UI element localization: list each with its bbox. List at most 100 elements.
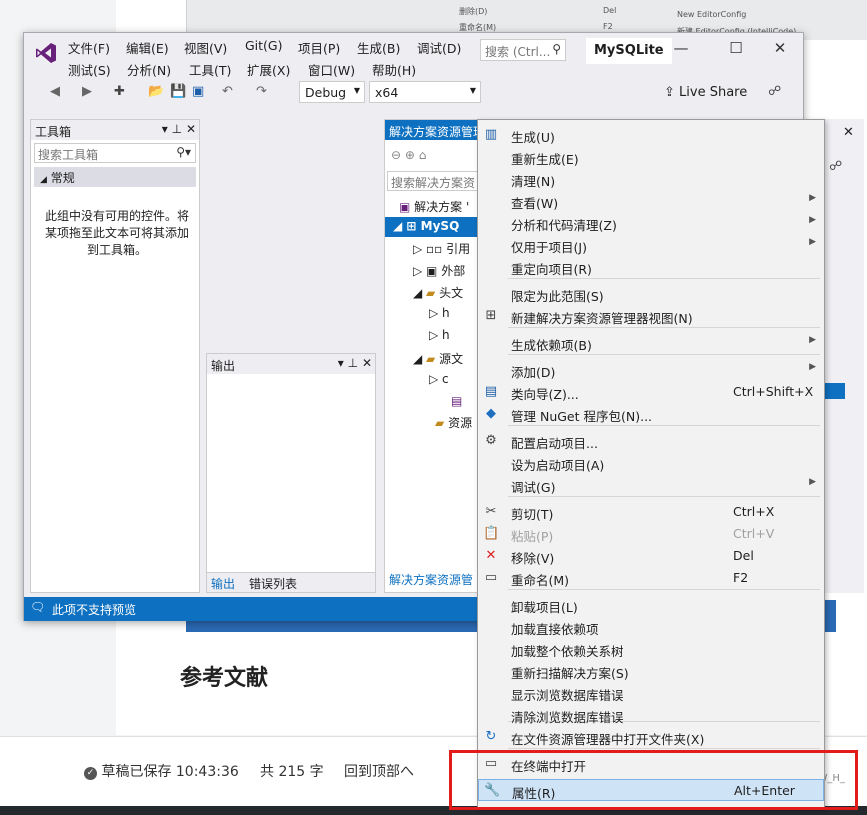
tree-references[interactable]: ▷ ▫▫ 引用 [413, 240, 470, 257]
menu-item[interactable]: ▤ 类向导(Z)... Ctrl+Shift+X [478, 381, 824, 403]
forward-icon[interactable]: ⊕ [405, 148, 415, 162]
close-icon[interactable]: ✕ [186, 122, 196, 136]
back-icon[interactable]: ⊖ [391, 148, 401, 162]
menu-item[interactable]: ◆ 管理 NuGet 程序包(N)... [478, 403, 824, 425]
menu-item[interactable]: 限定为此范围(S) [478, 283, 824, 305]
menu-test[interactable]: 测试(S) [68, 60, 111, 79]
minimize-icon[interactable]: — [666, 39, 696, 59]
configuration-value: Debug [305, 85, 347, 100]
menu-item[interactable]: 重定向项目(R) [478, 256, 824, 278]
menu-item[interactable]: 分析和代码清理(Z) ▶ [478, 212, 824, 234]
open-folder-icon: ↻ [485, 729, 497, 744]
external-icon: ▣ [426, 264, 438, 278]
new-project-icon[interactable]: ✚ [114, 84, 125, 99]
menu-item[interactable]: 加载整个依赖关系树 [478, 638, 824, 660]
tree-header-file[interactable]: ▷ h [429, 328, 450, 342]
tree-header-files[interactable]: ◢ ▰ 头文 [413, 284, 463, 301]
solution-name-badge: MySQLite [586, 38, 672, 64]
tab-solution-explorer[interactable]: 解决方案资源管 [389, 571, 473, 588]
close-icon[interactable]: ✕ [765, 39, 795, 59]
menu-view[interactable]: 视图(V) [184, 38, 227, 57]
close-icon[interactable]: ✕ [362, 356, 372, 370]
vs-search-box[interactable]: 搜索 (Ctrl... ⚲ [480, 39, 566, 61]
tab-output[interactable]: 输出 [211, 575, 235, 592]
menu-item-label: 生成依赖项(B) [511, 338, 592, 353]
tab-error-list[interactable]: 错误列表 [249, 575, 297, 592]
feedback-icon[interactable]: ☍ [768, 84, 781, 99]
maximize-icon[interactable]: ☐ [721, 39, 751, 59]
pin-icon[interactable]: ⊥ [348, 356, 358, 370]
paste-icon: 📋 [483, 526, 500, 541]
panel-menu-icon[interactable]: ▾ [338, 356, 344, 370]
menu-item[interactable]: 卸载项目(L) [478, 594, 824, 616]
live-share-button[interactable]: ⇪ Live Share [664, 85, 747, 100]
back-icon[interactable]: ◀ [50, 84, 60, 99]
tree-resource-files[interactable]: ▰ 资源 [435, 414, 472, 431]
menu-extensions[interactable]: 扩展(X) [247, 60, 290, 79]
tree-header-file[interactable]: ▷ h [429, 306, 450, 320]
forward-icon[interactable]: ▶ [82, 84, 92, 99]
toolbox-search-input[interactable]: 搜索工具箱 ⚲▾ [34, 143, 196, 163]
menu-edit[interactable]: 编辑(E) [126, 38, 169, 57]
tree-external[interactable]: ▷ ▣ 外部 [413, 262, 465, 279]
menu-file[interactable]: 文件(F) [68, 38, 110, 57]
toolbox-group-general[interactable]: ◢ 常规 [34, 167, 196, 187]
back-to-top-link[interactable]: 回到顶部へ [344, 761, 414, 781]
scissors-icon: ✂ [485, 504, 497, 519]
menu-item[interactable]: 设为启动项目(A) [478, 452, 824, 474]
menu-help[interactable]: 帮助(H) [372, 60, 416, 79]
menu-item[interactable]: 加载直接依赖项 [478, 616, 824, 638]
project-context-menu: ▥ 生成(U) 重新生成(E) 清理(N) 查看(W) ▶ 分析和代码清理(Z) ▶ 仅用于项目… [477, 119, 825, 809]
menu-git[interactable]: Git(G) [245, 38, 283, 53]
menu-item[interactable]: 显示浏览数据库错误 [478, 682, 824, 704]
menu-item-label: 加载整个依赖关系树 [511, 644, 624, 659]
tree-resource-file[interactable]: ▤ [451, 394, 462, 408]
tree-solution[interactable]: ▣ 解决方案 ' [399, 198, 469, 215]
home-icon[interactable]: ⌂ [419, 148, 427, 162]
open-folder-icon[interactable]: 📂 [148, 84, 164, 99]
solution-explorer-title: 解决方案资源管理 [389, 125, 486, 139]
tree-source-file[interactable]: ▷ c [429, 372, 449, 386]
configuration-dropdown[interactable]: Debug ▼ [299, 81, 365, 103]
menu-debug[interactable]: 调试(D) [417, 38, 461, 57]
menu-item[interactable]: ✕ 移除(V) Del [478, 545, 824, 567]
menu-item[interactable]: ⚙ 配置启动项目... [478, 430, 824, 452]
panel-menu-icon[interactable]: ▾ [162, 122, 168, 136]
menu-item[interactable]: ✂ 剪切(T) Ctrl+X [478, 501, 824, 523]
menu-item[interactable]: 清理(N) [478, 168, 824, 190]
menu-item[interactable]: ↻ 在文件资源管理器中打开文件夹(X) [478, 726, 824, 748]
menu-build[interactable]: 生成(B) [357, 38, 400, 57]
save-icon[interactable]: 💾 [170, 84, 186, 99]
tree-source-files[interactable]: ◢ ▰ 源文 [413, 350, 463, 367]
menu-item[interactable]: 清除浏览数据库错误 [478, 704, 824, 726]
menu-item[interactable]: ▭ 重命名(M) F2 [478, 567, 824, 589]
menu-item[interactable]: 查看(W) ▶ [478, 190, 824, 212]
menu-item[interactable]: 生成依赖项(B) ▶ [478, 332, 824, 354]
menu-item[interactable]: 调试(G) ▶ [478, 474, 824, 496]
menu-item[interactable]: ⊞ 新建解决方案资源管理器视图(N) [478, 305, 824, 327]
toolbox-title-bar: 工具箱 ▾ ⊥ ✕ [31, 120, 199, 140]
standard-toolbar: ◀ ▶ ✚ 📂 💾 ▣ ↶ ↷ Debug ▼ x64 ▼ ⇪ Live Sha… [24, 79, 803, 107]
save-all-icon[interactable]: ▣ [192, 84, 204, 99]
status-footer-text: 此项不支持预览 [52, 603, 137, 617]
menu-item[interactable]: 重新扫描解决方案(S) [478, 660, 824, 682]
pin-icon[interactable]: ⊥ [172, 122, 182, 136]
solution-search-placeholder: 搜索解决方案资 [391, 176, 476, 190]
redo-icon[interactable]: ↷ [256, 84, 267, 99]
feedback-icon[interactable]: ☍ [829, 159, 842, 174]
platform-dropdown[interactable]: x64 ▼ [369, 81, 481, 103]
menu-item[interactable]: 仅用于项目(J) ▶ [478, 234, 824, 256]
menu-item-shortcut: Ctrl+V [733, 526, 775, 541]
tree-label: 资源 [448, 416, 473, 430]
remove-icon: ✕ [485, 548, 497, 563]
menu-analyze[interactable]: 分析(N) [127, 60, 171, 79]
menu-tools[interactable]: 工具(T) [189, 60, 231, 79]
menu-window[interactable]: 窗口(W) [308, 60, 355, 79]
undo-icon[interactable]: ↶ [222, 84, 233, 99]
collapse-triangle-icon: ◢ [40, 175, 47, 185]
close-icon[interactable]: ✕ [843, 125, 854, 140]
menu-item[interactable]: ▥ 生成(U) [478, 124, 824, 146]
menu-item[interactable]: 重新生成(E) [478, 146, 824, 168]
menu-item[interactable]: 添加(D) ▶ [478, 359, 824, 381]
menu-project[interactable]: 项目(P) [298, 38, 340, 57]
